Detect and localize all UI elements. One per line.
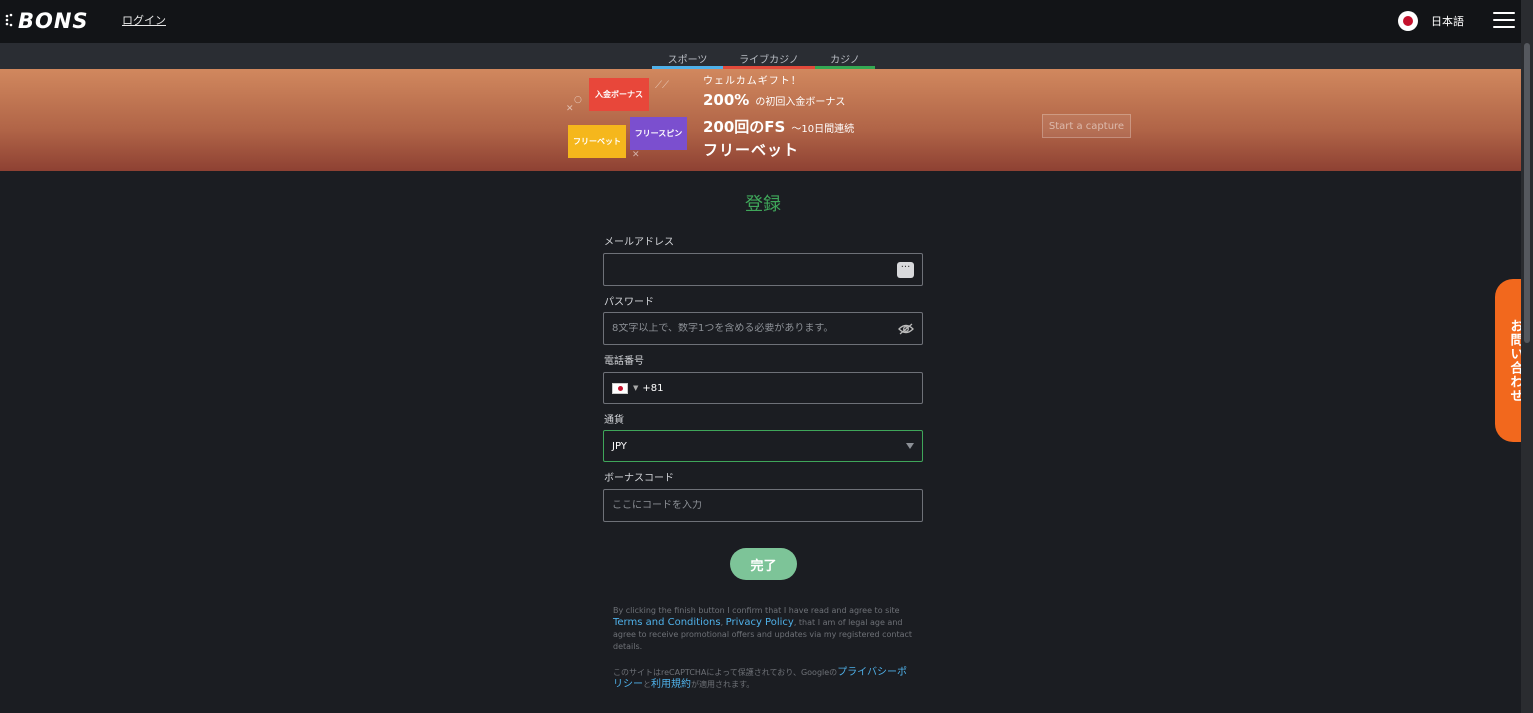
banner-line-1-small: の初回入金ボーナス bbox=[755, 97, 846, 108]
tab-sports[interactable]: スポーツ bbox=[652, 43, 723, 69]
scrollbar-thumb[interactable] bbox=[1524, 43, 1530, 343]
finish-button[interactable]: 完了 bbox=[730, 548, 797, 580]
eye-icon[interactable] bbox=[898, 323, 914, 335]
password-field-wrapper bbox=[603, 312, 923, 345]
decor-x-icon: ✕ bbox=[632, 150, 640, 160]
japan-flag-icon[interactable] bbox=[612, 382, 628, 394]
privacy-policy-link[interactable]: Privacy Policy bbox=[726, 617, 794, 628]
terms-notice: By clicking the finish button I confirm … bbox=[613, 605, 913, 653]
bonus-code-wrapper bbox=[603, 489, 923, 522]
top-bar: BONS ログイン 日本語 bbox=[0, 0, 1533, 43]
google-terms-link[interactable]: 利用規約 bbox=[651, 679, 691, 690]
start-capture-button[interactable]: Start a capture bbox=[1042, 114, 1131, 138]
autofill-icon[interactable]: ··· bbox=[897, 261, 914, 278]
page-scrollbar[interactable] bbox=[1521, 0, 1533, 713]
chevron-down-icon bbox=[906, 443, 914, 449]
currency-select[interactable]: JPY bbox=[603, 430, 923, 462]
email-field-wrapper: ··· bbox=[603, 253, 923, 286]
language-label: 日本語 bbox=[1431, 15, 1464, 28]
hamburger-menu-icon[interactable] bbox=[1493, 12, 1515, 30]
recaptcha-and: と bbox=[643, 680, 651, 689]
japan-flag-icon bbox=[1398, 11, 1418, 31]
free-spins-badge: フリースピン bbox=[630, 117, 687, 150]
currency-value: JPY bbox=[612, 440, 627, 452]
currency-label: 通貨 bbox=[604, 415, 624, 426]
deposit-bonus-badge: 入金ボーナス bbox=[589, 78, 649, 111]
recaptcha-text-2: が適用されます。 bbox=[691, 680, 755, 689]
email-field[interactable] bbox=[612, 264, 897, 275]
bonus-code-label: ボーナスコード bbox=[604, 473, 674, 484]
decor-x-icon: ✕ bbox=[566, 104, 574, 114]
recaptcha-notice: このサイトはreCAPTCHAによって保護されており、Googleのプライバシー… bbox=[613, 667, 913, 691]
banner-line-1-big: 200% bbox=[703, 91, 750, 109]
banner-line-3: フリーベット bbox=[703, 141, 800, 159]
page-title: 登録 bbox=[745, 194, 781, 215]
phone-label: 電話番号 bbox=[604, 356, 644, 367]
banner-line-2: 200回のFS 〜10日間連続 bbox=[703, 116, 854, 137]
category-nav: スポーツ ライブカジノ カジノ bbox=[0, 43, 1521, 69]
terms-text-1: By clicking the finish button I confirm … bbox=[613, 606, 900, 615]
banner-line-2-big: 200回のFS bbox=[703, 118, 786, 136]
freebet-badge: フリーベット bbox=[568, 125, 626, 158]
password-label: パスワード bbox=[604, 297, 654, 308]
logo-dots-icon bbox=[5, 13, 13, 27]
phone-field[interactable] bbox=[642, 382, 914, 394]
decor-circle-icon: ○ bbox=[574, 95, 582, 105]
decor-stripes-icon: ⟋⟋ bbox=[655, 80, 669, 91]
phone-field-wrapper: ▼ bbox=[603, 372, 923, 404]
email-label: メールアドレス bbox=[604, 237, 674, 248]
bonus-code-field[interactable] bbox=[612, 500, 914, 511]
terms-link[interactable]: Terms and Conditions bbox=[613, 617, 721, 628]
terms-separator: , bbox=[720, 618, 724, 627]
recaptcha-text-1: このサイトはreCAPTCHAによって保護されており、Googleの bbox=[613, 668, 838, 677]
tab-live-casino[interactable]: ライブカジノ bbox=[723, 43, 815, 69]
chevron-down-icon[interactable]: ▼ bbox=[633, 384, 638, 392]
banner-line-1: 200% の初回入金ボーナス bbox=[703, 91, 845, 109]
banner-gift-title: ウェルカムギフト！ bbox=[703, 76, 802, 87]
password-field[interactable] bbox=[612, 323, 898, 334]
bons-logo[interactable]: BONS bbox=[18, 9, 89, 33]
login-link[interactable]: ログイン bbox=[122, 12, 166, 28]
tab-casino[interactable]: カジノ bbox=[815, 43, 875, 69]
language-selector[interactable]: 日本語 bbox=[1398, 11, 1464, 31]
banner-line-2-small: 〜10日間連続 bbox=[791, 124, 855, 135]
